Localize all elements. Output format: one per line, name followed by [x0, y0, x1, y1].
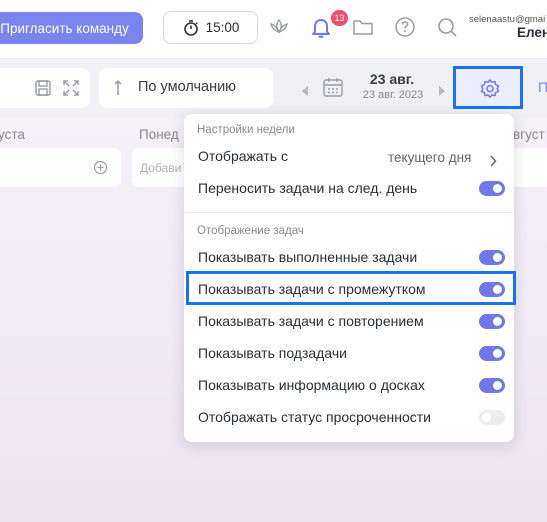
show-completed-label: Показывать выполненные задачи [198, 249, 418, 265]
show-overdue-status-toggle[interactable] [479, 410, 505, 425]
sort-label: По умолчанию [138, 79, 237, 95]
sort-arrows-icon [111, 78, 125, 98]
task-section-title: Отображение задач [197, 225, 304, 237]
add-icon[interactable] [93, 160, 108, 175]
right-toolbar-label[interactable]: П [538, 79, 547, 95]
move-tasks-label: Переносить задачи на след. день [198, 180, 418, 196]
help-icon[interactable] [394, 16, 416, 38]
show-recurring-toggle[interactable] [479, 314, 505, 329]
show-board-info-label: Показывать информацию о досках [198, 377, 425, 393]
user-name[interactable]: Елен [517, 25, 547, 40]
current-date-full: 23 авг. 2023 [362, 89, 424, 101]
next-date-icon[interactable] [438, 82, 446, 96]
folder-icon[interactable] [352, 17, 374, 37]
bell-icon[interactable] [309, 15, 333, 39]
notification-badge: 13 [331, 10, 348, 26]
timer-button[interactable]: 15:00 [163, 11, 258, 44]
highlighted-row-outline [186, 271, 516, 305]
move-tasks-toggle[interactable] [479, 181, 505, 196]
column-title-left: уста [0, 127, 25, 142]
display-from-label[interactable]: Отображать с [198, 148, 288, 164]
week-section-title: Настройки недели [197, 124, 295, 136]
lotus-icon[interactable] [267, 17, 291, 37]
show-subtasks-label: Показывать подзадачи [198, 345, 347, 361]
settings-button[interactable] [453, 66, 523, 109]
gear-icon [479, 78, 501, 100]
chevron-right-icon[interactable] [489, 152, 497, 167]
display-from-value[interactable]: текущего дня [388, 150, 471, 165]
calendar-icon[interactable] [322, 76, 344, 98]
prev-date-icon[interactable] [301, 82, 309, 96]
search-icon[interactable] [437, 17, 459, 39]
column-title-right: вгуст [513, 127, 545, 142]
show-overdue-status-label: Отображать статус просроченности [198, 409, 431, 425]
stopwatch-icon [182, 19, 200, 37]
timer-label: 15:00 [205, 20, 240, 35]
show-subtasks-toggle[interactable] [479, 346, 505, 361]
expand-icon[interactable] [62, 79, 80, 97]
show-recurring-label: Показывать задачи с повторением [198, 313, 424, 329]
invite-team-button[interactable]: Пригласить команду [0, 12, 143, 44]
add-task-placeholder: Добави [140, 161, 182, 175]
column-title-middle: Понед [139, 127, 179, 142]
section-divider [185, 212, 513, 213]
save-icon[interactable] [34, 79, 52, 97]
user-email[interactable]: selenaastu@gmai [469, 14, 545, 25]
current-date[interactable]: 23 авг. [360, 71, 424, 87]
show-completed-toggle[interactable] [479, 250, 505, 265]
show-board-info-toggle[interactable] [479, 378, 505, 393]
